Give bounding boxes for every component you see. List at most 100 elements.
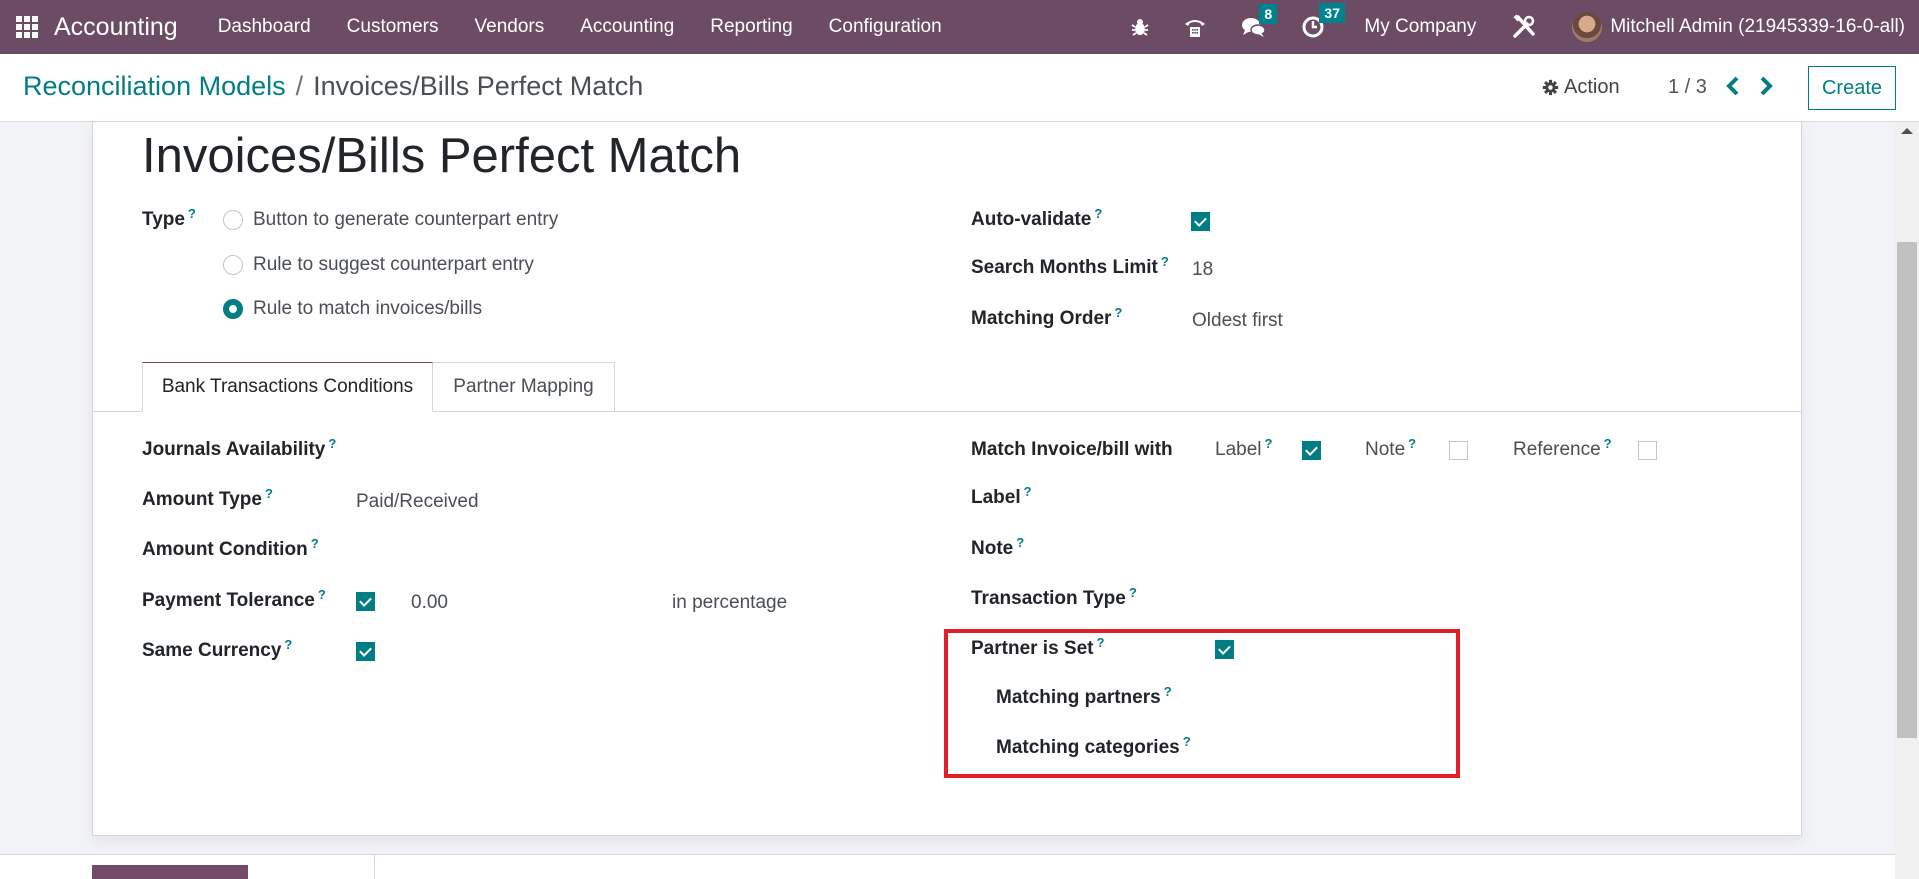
type-option-label: Button to generate counterpart entry xyxy=(253,209,559,230)
payment-tolerance-label: Payment Tolerance? xyxy=(142,587,326,611)
note-field-label: Note? xyxy=(971,535,1025,559)
help-icon[interactable]: ? xyxy=(284,637,292,652)
chevron-right-icon xyxy=(1760,76,1773,96)
match-with-note-option: Note? xyxy=(1365,436,1417,460)
help-icon[interactable]: ? xyxy=(311,536,319,551)
help-icon[interactable]: ? xyxy=(1024,484,1032,499)
payment-tolerance-value[interactable]: 0.00 xyxy=(411,592,448,614)
action-label: Action xyxy=(1564,76,1620,98)
debug-icon[interactable] xyxy=(1131,17,1149,37)
tools-icon[interactable] xyxy=(1511,14,1537,40)
vertical-scrollbar[interactable] xyxy=(1895,122,1919,879)
amount-type-label: Amount Type? xyxy=(142,486,273,510)
help-icon[interactable]: ? xyxy=(1604,436,1612,451)
payment-tolerance-checkbox[interactable] xyxy=(356,592,375,611)
help-icon[interactable]: ? xyxy=(1265,436,1273,451)
matching-order-value[interactable]: Oldest first xyxy=(1192,310,1283,332)
main-menu: Dashboard Customers Vendors Accounting R… xyxy=(200,16,960,38)
help-icon[interactable]: ? xyxy=(1097,635,1105,650)
search-months-limit-label: Search Months Limit? xyxy=(971,254,1169,278)
help-icon[interactable]: ? xyxy=(1164,684,1172,699)
messages-badge: 8 xyxy=(1259,4,1278,24)
tab-bank-transactions-conditions[interactable]: Bank Transactions Conditions xyxy=(142,362,433,412)
type-option-suggest[interactable]: Rule to suggest counterpart entry xyxy=(223,254,534,276)
matching-order-label: Matching Order? xyxy=(971,305,1123,329)
radio-button[interactable] xyxy=(223,255,243,275)
control-panel: Reconciliation Models / Invoices/Bills P… xyxy=(0,54,1919,122)
pager-previous-button[interactable] xyxy=(1723,74,1743,98)
help-icon[interactable]: ? xyxy=(1016,535,1024,550)
menu-accounting[interactable]: Accounting xyxy=(562,16,692,38)
form-sheet: Invoices/Bills Perfect Match Type? Butto… xyxy=(92,122,1802,836)
type-option-label: Rule to match invoices/bills xyxy=(253,298,483,319)
menu-vendors[interactable]: Vendors xyxy=(457,16,563,38)
pager-next-button[interactable] xyxy=(1756,74,1776,98)
partner-is-set-checkbox[interactable] xyxy=(1215,640,1234,659)
chatter-area xyxy=(0,854,1895,879)
type-option-match[interactable]: Rule to match invoices/bills xyxy=(223,298,482,320)
top-navbar: Accounting Dashboard Customers Vendors A… xyxy=(0,0,1919,54)
send-message-button[interactable] xyxy=(92,865,248,879)
match-with-label: Match Invoice/bill with xyxy=(971,439,1173,460)
help-icon[interactable]: ? xyxy=(1094,206,1102,221)
systray: 8 37 My Company Mitchell Admin (21945339… xyxy=(1114,0,1905,54)
transaction-type-label: Transaction Type? xyxy=(971,585,1137,609)
breadcrumb-parent-link[interactable]: Reconciliation Models xyxy=(23,71,286,102)
menu-customers[interactable]: Customers xyxy=(329,16,457,38)
help-icon[interactable]: ? xyxy=(188,206,196,221)
amount-type-value[interactable]: Paid/Received xyxy=(356,491,479,513)
action-button[interactable]: Action xyxy=(1542,76,1620,99)
create-button[interactable]: Create xyxy=(1808,66,1896,110)
chatter-divider xyxy=(374,855,375,879)
menu-reporting[interactable]: Reporting xyxy=(692,16,810,38)
help-icon[interactable]: ? xyxy=(328,436,336,451)
match-label-checkbox[interactable] xyxy=(1302,441,1321,460)
scrollbar-thumb[interactable] xyxy=(1897,242,1917,738)
match-note-checkbox[interactable] xyxy=(1449,441,1468,460)
partner-is-set-label: Partner is Set? xyxy=(971,635,1105,659)
radio-button-checked[interactable] xyxy=(223,299,243,319)
activities-badge: 37 xyxy=(1319,3,1345,23)
pager-value[interactable]: 1 / 3 xyxy=(1668,76,1707,99)
gear-icon xyxy=(1542,79,1559,96)
apps-menu-icon[interactable] xyxy=(16,16,38,38)
help-icon[interactable]: ? xyxy=(1408,436,1416,451)
payment-tolerance-unit[interactable]: in percentage xyxy=(672,592,787,614)
phone-icon[interactable] xyxy=(1183,16,1207,38)
journals-availability-label: Journals Availability? xyxy=(142,436,337,460)
auto-validate-label: Auto-validate? xyxy=(971,206,1103,230)
help-icon[interactable]: ? xyxy=(265,486,273,501)
match-with-label-option: Label? xyxy=(1215,436,1273,460)
user-avatar[interactable] xyxy=(1572,12,1603,42)
type-option-button[interactable]: Button to generate counterpart entry xyxy=(223,209,558,231)
same-currency-checkbox[interactable] xyxy=(356,642,375,661)
matching-categories-label: Matching categories? xyxy=(996,734,1191,758)
breadcrumb: Reconciliation Models / Invoices/Bills P… xyxy=(23,71,643,102)
menu-dashboard[interactable]: Dashboard xyxy=(200,16,329,38)
chevron-left-icon xyxy=(1726,76,1739,96)
company-switcher[interactable]: My Company xyxy=(1364,16,1476,38)
search-months-limit-value[interactable]: 18 xyxy=(1192,259,1213,281)
clock-icon[interactable]: 37 xyxy=(1301,3,1345,39)
app-name[interactable]: Accounting xyxy=(54,13,178,42)
help-icon[interactable]: ? xyxy=(1183,734,1191,749)
radio-button[interactable] xyxy=(223,210,243,230)
type-option-label: Rule to suggest counterpart entry xyxy=(253,254,534,275)
user-menu[interactable]: Mitchell Admin (21945339-16-0-all) xyxy=(1610,16,1905,38)
breadcrumb-separator: / xyxy=(295,71,304,101)
same-currency-label: Same Currency? xyxy=(142,637,293,661)
tab-partner-mapping[interactable]: Partner Mapping xyxy=(432,362,615,412)
help-icon[interactable]: ? xyxy=(1114,305,1122,320)
help-icon[interactable]: ? xyxy=(1161,254,1169,269)
match-with-reference-option: Reference? xyxy=(1513,436,1612,460)
scroll-up-arrow-icon[interactable] xyxy=(1901,128,1913,134)
auto-validate-checkbox[interactable] xyxy=(1191,212,1210,231)
breadcrumb-current: Invoices/Bills Perfect Match xyxy=(313,71,644,101)
record-title[interactable]: Invoices/Bills Perfect Match xyxy=(142,128,741,184)
help-icon[interactable]: ? xyxy=(1129,585,1137,600)
label-field-label: Label? xyxy=(971,484,1032,508)
menu-configuration[interactable]: Configuration xyxy=(811,16,960,38)
match-reference-checkbox[interactable] xyxy=(1638,441,1657,460)
help-icon[interactable]: ? xyxy=(318,587,326,602)
chat-icon[interactable]: 8 xyxy=(1241,4,1278,38)
